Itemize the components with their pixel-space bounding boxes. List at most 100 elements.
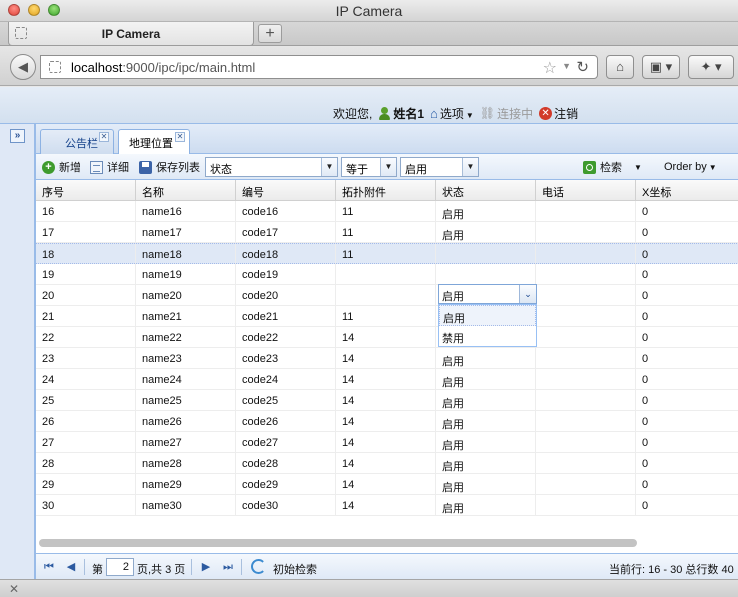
caret-down-icon: ▼	[708, 162, 717, 172]
browser-tab[interactable]: IP Camera	[8, 22, 254, 46]
detail-label: 详细	[107, 162, 129, 174]
table-row[interactable]: 27 name27 code27 14 启用 0	[36, 432, 738, 453]
address-bar[interactable]: localhost:9000/ipc/ipc/main.html ☆ ▼ ↻	[40, 55, 598, 79]
caret-down-icon: ▼	[634, 162, 642, 172]
table-row[interactable]: 26 name26 code26 14 启用 0	[36, 411, 738, 432]
table-row[interactable]: 29 name29 code29 14 启用 0	[36, 474, 738, 495]
table-cell: name27	[136, 432, 236, 453]
last-page-icon[interactable]: ⏭	[221, 560, 235, 574]
table-cell: 11	[336, 201, 436, 222]
browser-tab-title: IP Camera	[101, 27, 161, 41]
status-cell-editor[interactable]: 启用 ⌄	[438, 284, 537, 304]
detail-button[interactable]: 详细	[90, 159, 129, 175]
bookmarks-button[interactable]: ▣ ▾	[642, 55, 680, 79]
table-cell: 0	[636, 201, 738, 222]
table-row[interactable]: 21name21code2111启用 0	[36, 306, 738, 327]
chevron-down-icon[interactable]: ▼	[380, 158, 396, 176]
chevron-down-icon[interactable]: ⌄	[519, 285, 536, 303]
filter-operator-value: 等于	[346, 164, 368, 176]
save-list-button[interactable]: 保存列表	[139, 159, 200, 175]
chevron-down-icon[interactable]: ▼	[462, 158, 478, 176]
first-page-icon[interactable]: ⏮	[42, 560, 56, 574]
table-cell: name20	[136, 285, 236, 306]
grid-header: 序号 名称 编号 拓扑附件 状态 电话 X坐标	[36, 180, 738, 201]
table-cell: 0	[636, 327, 738, 348]
table-cell: code16	[236, 201, 336, 222]
app-header: 欢迎您, 姓名1 ⌂ 选项 ▼ ⛓ 连接中 ✕ 注销	[0, 87, 738, 124]
table-row[interactable]: 23 name23 code23 14 启用 0	[36, 348, 738, 369]
column-header[interactable]: 电话	[536, 180, 636, 201]
expand-panel-button[interactable]: »	[10, 129, 25, 143]
add-button[interactable]: + 新增	[42, 159, 81, 175]
search-button[interactable]: 检索 ▼	[583, 159, 642, 175]
horizontal-scrollbar[interactable]	[39, 539, 637, 547]
home-icon: ⌂	[616, 59, 624, 74]
tab-geo-location[interactable]: 地理位置 ✕	[118, 129, 190, 155]
new-tab-button[interactable]: +	[258, 24, 282, 43]
table-cell	[536, 244, 636, 265]
table-row[interactable]: 24 name24 code24 14 启用 0	[36, 369, 738, 390]
table-cell	[536, 201, 636, 222]
column-header[interactable]: 序号	[36, 180, 136, 201]
table-row[interactable]: 22name22code2214启用0	[36, 327, 738, 348]
close-tab-icon[interactable]: ✕	[175, 132, 185, 142]
close-statusbar-icon[interactable]: ✕	[9, 582, 19, 596]
table-cell	[536, 411, 636, 432]
table-cell: 11	[336, 306, 436, 327]
table-cell	[536, 264, 636, 285]
addons-button[interactable]: ✦ ▾	[688, 55, 734, 79]
table-row[interactable]: 28 name28 code28 14 启用 0	[36, 453, 738, 474]
page-prefix: 第	[92, 564, 103, 576]
window-title: IP Camera	[335, 3, 403, 19]
column-header[interactable]: 编号	[236, 180, 336, 201]
table-cell	[336, 264, 436, 285]
column-header[interactable]: X坐标	[636, 180, 738, 201]
add-label: 新增	[59, 162, 81, 174]
table-row[interactable]: 19 name19 code19 0	[36, 264, 738, 285]
options-menu[interactable]: 选项 ▼	[440, 105, 474, 122]
filter-value: 启用	[405, 164, 427, 176]
table-cell: 14	[336, 474, 436, 495]
filter-operator-select[interactable]: 等于 ▼	[341, 157, 397, 177]
table-row[interactable]: 17 name17 code17 11 启用 0	[36, 222, 738, 243]
home-button[interactable]: ⌂	[606, 55, 634, 79]
table-row[interactable]: 20 name20 code20 0	[36, 285, 738, 306]
history-dropdown-icon[interactable]: ▼	[562, 61, 571, 71]
pager-separator	[241, 559, 242, 575]
table-cell: 0	[636, 264, 738, 285]
table-cell: 启用	[436, 411, 536, 432]
reload-icon[interactable]: ↻	[576, 58, 589, 76]
filter-value-select[interactable]: 启用 ▼	[400, 157, 479, 177]
order-by-button[interactable]: Order by ▼	[664, 159, 717, 175]
prev-page-icon[interactable]: ◀	[64, 560, 78, 574]
close-tab-icon[interactable]: ✕	[99, 132, 109, 142]
dropdown-option-enabled[interactable]: 启用	[439, 305, 536, 326]
table-row[interactable]: 16 name16 code16 11 启用 0	[36, 201, 738, 222]
column-header[interactable]: 状态	[436, 180, 536, 201]
table-row[interactable]: 25 name25 code25 14 启用 0	[36, 390, 738, 411]
dropdown-option-disabled[interactable]: 禁用	[439, 326, 536, 347]
tab-notice-board[interactable]: 公告栏 ✕	[40, 129, 114, 154]
column-header[interactable]: 名称	[136, 180, 236, 201]
table-cell	[536, 348, 636, 369]
bookmark-star-icon[interactable]: ☆	[543, 58, 557, 78]
table-row[interactable]: 18 name18 code18 11 0	[36, 243, 738, 265]
table-cell: 0	[636, 285, 738, 306]
collapsed-west-region: »	[0, 124, 35, 579]
search-icon	[583, 160, 596, 174]
logout-link[interactable]: 注销	[554, 105, 578, 122]
url-text[interactable]: localhost:9000/ipc/ipc/main.html	[71, 60, 255, 75]
table-cell: 启用	[436, 222, 536, 243]
back-button[interactable]: ◀	[10, 54, 36, 80]
filter-field-select[interactable]: 状态 ▼	[205, 157, 338, 177]
table-row[interactable]: 30 name30 code30 14 启用 0	[36, 495, 738, 516]
tab-label: 地理位置	[129, 138, 173, 150]
column-header[interactable]: 拓扑附件	[336, 180, 436, 201]
next-page-icon[interactable]: ▶	[199, 560, 213, 574]
table-cell	[536, 327, 636, 348]
page-suffix: 页,共 3 页	[137, 564, 186, 576]
reset-search-button[interactable]: 初始检索	[273, 561, 317, 577]
refresh-icon[interactable]	[251, 559, 266, 574]
chevron-down-icon[interactable]: ▼	[321, 158, 337, 176]
page-number-input[interactable]: 2	[106, 558, 134, 576]
